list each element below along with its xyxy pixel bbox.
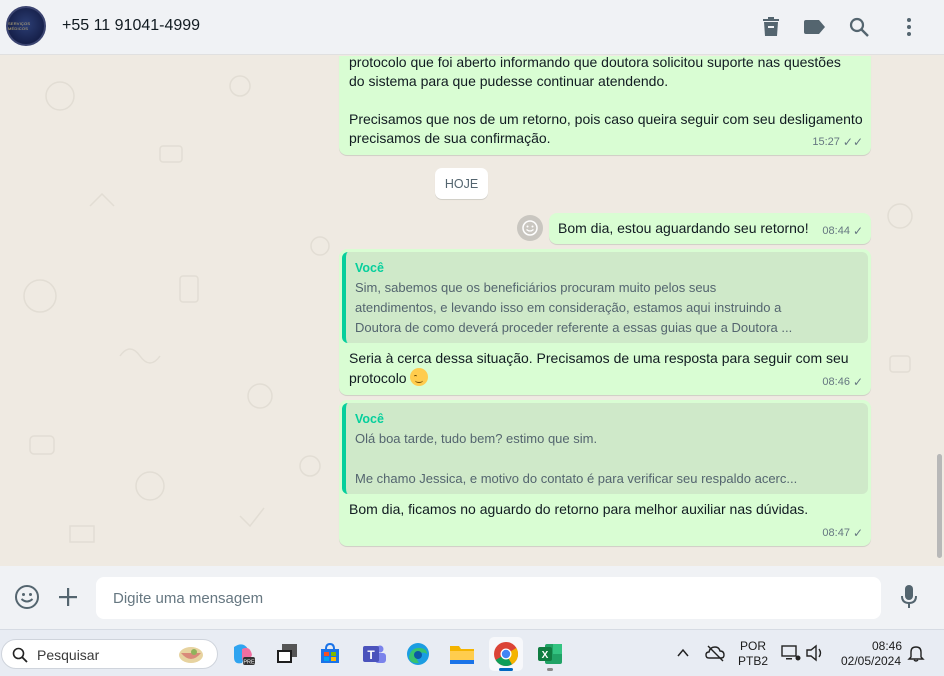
message-time: 15:27 — [812, 136, 840, 148]
sent-tick-icon: ✓ — [852, 375, 863, 389]
menu-icon[interactable] — [896, 14, 922, 40]
message-text: Bom dia, estou aguardando seu retorno! — [558, 220, 809, 236]
message-bubble-outgoing[interactable]: Bom dia, estou aguardando seu retorno! 0… — [549, 213, 871, 244]
onedrive-offline-icon[interactable] — [705, 643, 725, 663]
message-time: 08:44 — [822, 225, 850, 237]
message-text: Bom dia, ficamos no aguardo do retorno p… — [349, 501, 809, 517]
smiling-emoji-icon — [410, 368, 429, 386]
message-meta: 08:46 ✓ — [822, 373, 863, 392]
tray-overflow-chevron-icon[interactable] — [676, 646, 690, 660]
active-app-indicator — [499, 668, 513, 671]
search-icon[interactable] — [846, 14, 872, 40]
smiley-icon — [522, 220, 538, 236]
quoted-text-line: atendimentos, e levando isso em consider… — [355, 300, 782, 315]
message-input[interactable] — [96, 577, 881, 619]
sent-tick-icon: ✓ — [852, 526, 863, 540]
taskbar-search-label: Pesquisar — [37, 647, 100, 663]
quoted-author: Você — [355, 412, 384, 426]
message-meta: 15:27 ✓✓ — [812, 133, 863, 152]
store-icon[interactable] — [313, 637, 347, 671]
svg-text:T: T — [367, 648, 375, 662]
quoted-message[interactable]: Você Sim, sabemos que os beneficiários p… — [342, 252, 868, 343]
react-emoji-button[interactable] — [517, 215, 543, 241]
windows-taskbar: Pesquisar PRE T X POR PTB2 08:46 02/05/2… — [0, 629, 944, 676]
message-text-line: protocolo — [349, 370, 407, 386]
taskbar-search[interactable]: Pesquisar — [1, 639, 218, 669]
file-explorer-icon[interactable] — [445, 637, 479, 671]
quoted-text-line: Me chamo Jessica, e motivo do contato é … — [355, 471, 798, 486]
chat-scrollbar[interactable] — [937, 454, 942, 558]
message-composer — [0, 566, 944, 629]
chat-area[interactable]: protocolo que foi aberto informando que … — [0, 56, 944, 566]
message-time: 08:47 — [822, 527, 850, 539]
quoted-message[interactable]: Você Olá boa tarde, tudo bem? estimo que… — [342, 403, 868, 494]
keyboard-layout: PTB2 — [737, 654, 768, 668]
label-icon[interactable] — [802, 14, 828, 40]
message-text-line-with-emoji: protocolo — [349, 368, 429, 388]
message-text-line: protocolo que foi aberto informando que … — [349, 56, 841, 70]
quoted-text-line: Olá boa tarde, tudo bem? estimo que sim. — [355, 431, 598, 446]
message-text-line: Precisamos que nos de um retorno, pois c… — [349, 111, 863, 127]
delete-icon[interactable] — [758, 14, 784, 40]
clock-date: 02/05/2024 — [840, 654, 902, 668]
search-icon — [12, 647, 28, 663]
clock-time: 08:46 — [871, 639, 902, 653]
emoji-picker-icon[interactable] — [13, 583, 41, 611]
keyboard-language[interactable]: POR PTB2 — [737, 639, 769, 669]
svg-text:PRE: PRE — [243, 660, 255, 666]
excel-icon[interactable]: X — [533, 637, 567, 671]
message-text-line: Seria à cerca dessa situação. Precisamos… — [349, 350, 849, 366]
message-bubble-outgoing[interactable]: Você Sim, sabemos que os beneficiários p… — [339, 249, 871, 395]
message-text-line: precisamos de sua confirmação. — [349, 130, 551, 146]
contact-name[interactable]: +55 11 91041-4999 — [62, 17, 200, 35]
message-bubble-outgoing[interactable]: protocolo que foi aberto informando que … — [339, 56, 871, 155]
notifications-bell-icon[interactable] — [907, 644, 925, 662]
message-meta: 08:47 ✓ — [822, 524, 863, 543]
copilot-icon[interactable]: PRE — [226, 637, 260, 671]
network-icon[interactable] — [781, 644, 801, 664]
volume-icon[interactable] — [805, 644, 825, 664]
message-time: 08:46 — [822, 376, 850, 388]
edge-icon[interactable] — [401, 637, 435, 671]
search-highlight-icon — [179, 647, 203, 663]
quoted-text-line: Sim, sabemos que os beneficiários procur… — [355, 280, 717, 295]
chat-header: SERVIÇOS MÉDICOS +55 11 91041-4999 — [0, 0, 944, 55]
message-meta: 08:44 ✓ — [822, 222, 863, 241]
message-bubble-outgoing[interactable]: Você Olá boa tarde, tudo bem? estimo que… — [339, 400, 871, 546]
task-view-icon[interactable] — [270, 637, 304, 671]
attach-plus-icon[interactable] — [54, 583, 82, 611]
sent-tick-icon: ✓ — [852, 224, 863, 238]
system-clock[interactable]: 08:46 02/05/2024 — [835, 639, 907, 669]
language-code: POR — [739, 639, 766, 653]
running-app-indicator — [547, 668, 553, 671]
svg-text:X: X — [542, 650, 549, 661]
teams-icon[interactable]: T — [357, 637, 391, 671]
quoted-author: Você — [355, 261, 384, 275]
read-ticks-icon: ✓✓ — [842, 135, 863, 149]
quoted-text-line: Doutora de como deverá proceder referent… — [355, 320, 793, 335]
day-divider-chip: HOJE — [435, 168, 488, 199]
message-text-line: do sistema para que pudesse continuar at… — [349, 73, 669, 89]
contact-avatar[interactable]: SERVIÇOS MÉDICOS — [6, 6, 46, 46]
microphone-icon[interactable] — [895, 583, 923, 611]
chrome-icon[interactable] — [489, 637, 523, 671]
avatar-logo-text: SERVIÇOS MÉDICOS — [8, 21, 31, 31]
